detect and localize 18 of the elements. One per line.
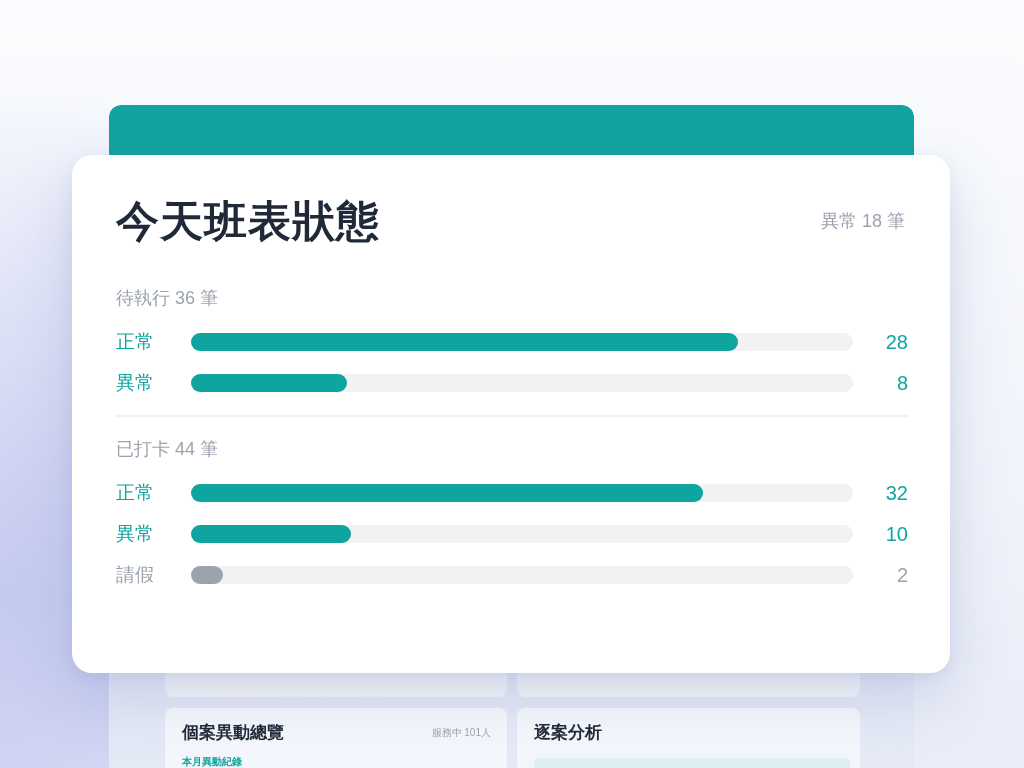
bar-label: 異常 <box>116 371 154 395</box>
bar-value: 2 <box>896 563 908 587</box>
card-subheading: 本月異動紀錄 <box>182 757 242 767</box>
bar-label: 異常 <box>116 522 154 546</box>
card-meta: 服務中 101人 <box>431 727 491 739</box>
card-title: 今天班表狀態 <box>116 197 380 245</box>
card-title: 個案異動總覽 <box>182 723 284 743</box>
bar-value: 32 <box>885 481 908 505</box>
bar-label: 請假 <box>116 563 154 587</box>
bar-value: 28 <box>885 330 908 354</box>
section-label: 待執行 36 筆 <box>116 287 219 309</box>
section-label: 已打卡 44 筆 <box>116 438 219 460</box>
card-title: 逐案分析 <box>534 723 602 743</box>
bar-value: 8 <box>896 371 908 395</box>
bar-label: 正常 <box>116 481 154 505</box>
bar-value: 10 <box>885 522 908 546</box>
bar-label: 正常 <box>116 330 154 354</box>
summary-count: 異常 18 筆 <box>820 210 905 232</box>
